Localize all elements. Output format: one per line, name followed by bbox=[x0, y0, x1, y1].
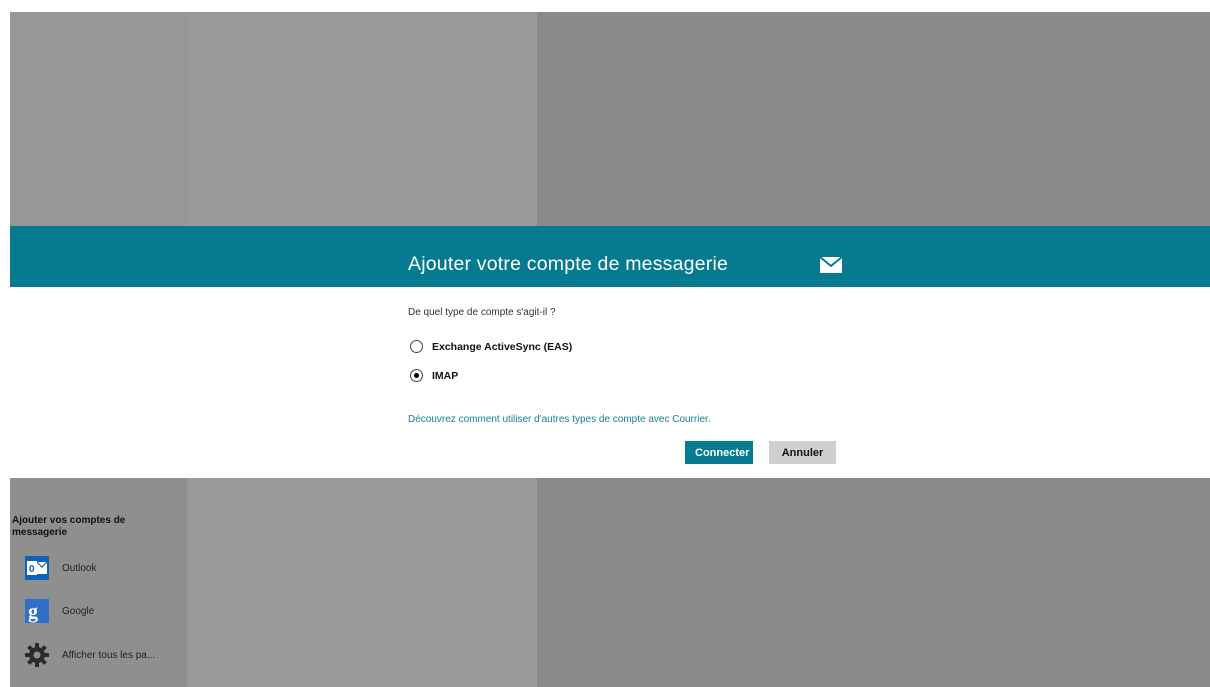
account-show-all[interactable]: Afficher tous les pa... bbox=[24, 642, 155, 668]
account-label: Google bbox=[62, 605, 95, 617]
dialog-header: Ajouter votre compte de messagerie bbox=[10, 226, 1210, 287]
cancel-button[interactable]: Annuler bbox=[769, 441, 836, 464]
google-icon: g bbox=[24, 598, 50, 624]
connect-button[interactable]: Connecter bbox=[685, 441, 753, 464]
gear-icon bbox=[24, 642, 50, 668]
radio-imap[interactable] bbox=[410, 369, 423, 382]
account-label: Outlook bbox=[62, 562, 97, 574]
option-label: Exchange ActiveSync (EAS) bbox=[432, 340, 573, 353]
account-outlook[interactable]: 0 Outlook bbox=[24, 555, 96, 581]
account-label: Afficher tous les pa... bbox=[62, 649, 156, 661]
dialog-body: De quel type de compte s'agit-il ? Excha… bbox=[10, 287, 1210, 478]
svg-text:0: 0 bbox=[29, 564, 35, 575]
app-frame: Ajouter votre compte de messagerie De qu… bbox=[10, 12, 1210, 687]
account-google[interactable]: g Google bbox=[24, 598, 94, 624]
radio-exchange[interactable] bbox=[410, 340, 423, 353]
option-exchange-activesync[interactable]: Exchange ActiveSync (EAS) bbox=[410, 340, 572, 353]
accounts-sidebar: Ajouter vos comptes de messagerie 0 Outl… bbox=[10, 478, 187, 687]
option-label: IMAP bbox=[432, 369, 459, 382]
account-type-question: De quel type de compte s'agit-il ? bbox=[408, 307, 556, 318]
mail-icon bbox=[820, 257, 842, 273]
dialog-title: Ajouter votre compte de messagerie bbox=[408, 253, 729, 275]
outlook-icon: 0 bbox=[24, 555, 50, 581]
sidebar-title: Ajouter vos comptes de messagerie bbox=[12, 515, 126, 538]
option-imap[interactable]: IMAP bbox=[410, 369, 458, 382]
svg-text:g: g bbox=[28, 601, 38, 623]
learn-more-link[interactable]: Découvrez comment utiliser d'autres type… bbox=[408, 414, 711, 425]
